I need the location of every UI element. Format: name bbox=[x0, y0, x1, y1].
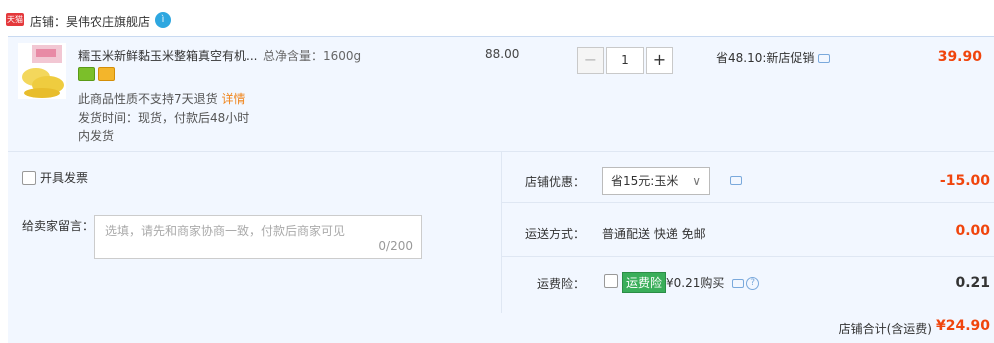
return-note: 此商品性质不支持7天退货 详情 bbox=[78, 92, 246, 106]
shop-total-amount: ¥24.90 bbox=[935, 318, 990, 334]
message-label: 给卖家留言： bbox=[22, 219, 95, 233]
divider bbox=[501, 152, 502, 313]
service-badge-icon[interactable] bbox=[78, 67, 95, 81]
help-icon[interactable]: ? bbox=[746, 277, 760, 290]
detail-link[interactable]: 详情 bbox=[221, 92, 245, 106]
decrease-button[interactable]: − bbox=[577, 47, 604, 74]
product-thumbnail[interactable] bbox=[18, 43, 66, 99]
increase-button[interactable]: + bbox=[646, 47, 673, 74]
product-title[interactable]: 糯玉米新鲜黏玉米整箱真空有机... bbox=[78, 47, 257, 64]
discount-label: 店铺优惠： bbox=[524, 175, 585, 189]
message-placeholder: 选填，请先和商家协商一致，付款后商家可见 bbox=[105, 224, 346, 238]
invoice-option[interactable]: 开具发票 bbox=[22, 169, 88, 186]
item-total: 39.90 bbox=[937, 49, 982, 65]
quantity-input[interactable]: 1 bbox=[606, 47, 644, 74]
shop-total-label: 店铺合计(含运费) bbox=[838, 322, 932, 336]
message-icon[interactable] bbox=[732, 279, 745, 288]
shipping-method: 普通配送 快递 免邮 bbox=[602, 227, 706, 241]
tmall-badge: 天猫 bbox=[6, 13, 24, 26]
quantity-stepper: − 1 + bbox=[577, 47, 673, 74]
order-options: 开具发票 给卖家留言： 选填，请先和商家协商一致，付款后商家可见 0/200 店… bbox=[8, 152, 994, 313]
insurance-amount: 0.21 bbox=[955, 275, 990, 291]
chevron-down-icon: ∨ bbox=[692, 174, 701, 188]
service-badges bbox=[78, 67, 115, 81]
message-char-count: 0/200 bbox=[378, 239, 413, 253]
discount-selected: 省15元:玉米 bbox=[611, 174, 679, 188]
card-badge-icon[interactable] bbox=[98, 67, 115, 81]
insurance-price: ¥0.21购买 ? bbox=[666, 274, 760, 291]
insurance-tag: 运费险 bbox=[622, 272, 667, 293]
invoice-checkbox[interactable] bbox=[22, 170, 36, 185]
discount-select[interactable]: 省15元:玉米 ∨ bbox=[602, 167, 710, 195]
discount-amount: -15.00 bbox=[939, 173, 990, 189]
invoice-label: 开具发票 bbox=[40, 171, 89, 185]
insurance-label: 运费险： bbox=[536, 277, 585, 291]
ship-time-line2: 内发货 bbox=[78, 129, 115, 143]
chat-icon[interactable]: ì bbox=[155, 12, 171, 28]
product-spec: 总净含量：1600g bbox=[263, 49, 362, 63]
shop-name[interactable]: 店铺：昊伟农庄旗舰店 bbox=[30, 13, 150, 30]
divider bbox=[502, 202, 994, 203]
shipping-label: 运送方式： bbox=[524, 227, 585, 241]
promo-text: 省48.10:新店促销 bbox=[716, 49, 831, 66]
message-icon[interactable] bbox=[730, 176, 742, 185]
shop-total-row: 店铺合计(含运费) ¥24.90 bbox=[8, 313, 994, 343]
insurance-checkbox[interactable] bbox=[604, 274, 618, 288]
cart-item-row: 糯玉米新鲜黏玉米整箱真空有机... 总净含量：1600g 此商品性质不支持7天退… bbox=[8, 36, 994, 152]
shipping-amount: 0.00 bbox=[955, 223, 990, 239]
shop-header: 天猫 店铺：昊伟农庄旗舰店 ì bbox=[0, 0, 994, 36]
message-icon[interactable] bbox=[818, 54, 831, 63]
seller-message-input[interactable]: 选填，请先和商家协商一致，付款后商家可见 0/200 bbox=[94, 215, 422, 259]
ship-time-line1: 发货时间：现货，付款后48小时 bbox=[78, 111, 250, 125]
divider bbox=[502, 256, 994, 257]
unit-price: 88.00 bbox=[485, 47, 520, 61]
